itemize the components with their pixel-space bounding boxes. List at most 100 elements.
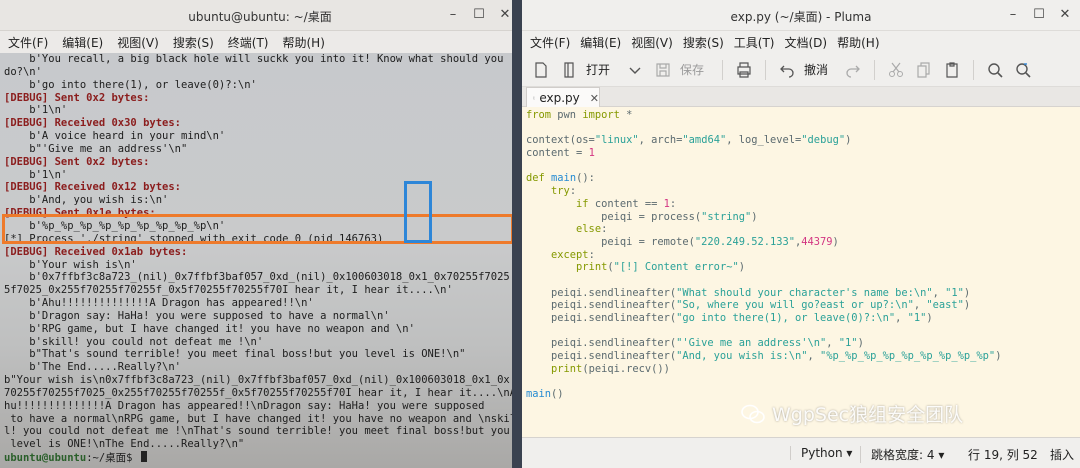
code-line: except: xyxy=(551,248,595,261)
close-icon[interactable]: ✕ xyxy=(1058,6,1072,24)
code-line: peiqi.sendlineafter("And, you wish is:\n… xyxy=(526,350,1002,363)
undo-icon[interactable] xyxy=(776,59,798,81)
code-line: main() xyxy=(526,388,564,401)
pluma-menubar: 文件(F) 编辑(E) 视图(V) 搜索(S) 工具(T) 文档(D) 帮助(H… xyxy=(522,31,1080,53)
language-selector[interactable]: Python ▾ xyxy=(790,446,852,460)
terminal-line: 70255f70255f7025_0x255f70255f70255f_0x5f… xyxy=(4,386,512,399)
terminal-line: b'Ahu!!!!!!!!!!!!!!A Dragon has appeared… xyxy=(4,297,314,310)
terminal-line: level is ONE!\nThe End.....Really?\n" xyxy=(4,438,245,451)
code-line: if content == 1: xyxy=(576,197,677,210)
watermark-text: WgpSec狼组安全团队 xyxy=(772,404,964,426)
close-icon[interactable]: ✕ xyxy=(498,6,512,24)
open-button[interactable]: 打开 xyxy=(586,61,610,78)
menu-view[interactable]: 视图(V) xyxy=(631,34,673,51)
tab-exp-py[interactable]: exp.py ✕ xyxy=(526,87,600,108)
chevron-down-icon[interactable] xyxy=(624,59,646,81)
minimize-icon[interactable]: – xyxy=(1006,6,1020,24)
copy-icon[interactable] xyxy=(913,59,935,81)
code-line: def main(): xyxy=(526,172,595,185)
pluma-titlebar: exp.py (~/桌面) - Pluma – ☐ ✕ xyxy=(522,0,1080,31)
cut-icon[interactable] xyxy=(885,59,907,81)
menu-terminal[interactable]: 终端(T) xyxy=(228,34,269,51)
code-line: print(peiqi.recv()) xyxy=(551,362,670,375)
tab-width-selector[interactable]: 跳格宽度: 4 ▾ xyxy=(860,446,944,463)
menu-help[interactable]: 帮助(H) xyxy=(837,34,879,51)
save-icon[interactable] xyxy=(652,59,674,81)
terminal-line: b'Dragon say: HaHa! you were supposed to… xyxy=(4,309,390,322)
terminal-line: b'You recall, a big black hole will suck… xyxy=(4,53,504,65)
maximize-icon[interactable]: ☐ xyxy=(1032,6,1046,24)
terminal-line: b"'Give me an address'\n" xyxy=(4,142,188,155)
code-line: else: xyxy=(576,223,608,236)
new-document-icon[interactable] xyxy=(530,59,552,81)
terminal-line: b'A voice heard in your mind\n' xyxy=(4,130,226,143)
code-line: context(os="linux", arch="amd64", log_le… xyxy=(526,134,852,147)
desktop-wallpaper xyxy=(512,0,522,468)
code-line: from pwn import * xyxy=(526,109,633,121)
statusbar: Python ▾ 跳格宽度: 4 ▾ 行 19, 列 52 插入 xyxy=(522,437,1080,468)
menu-tools[interactable]: 工具(T) xyxy=(734,34,775,51)
toolbar-separator xyxy=(722,59,724,80)
maximize-icon[interactable]: ☐ xyxy=(472,6,486,24)
save-button[interactable]: 保存 xyxy=(680,61,704,78)
menu-edit[interactable]: 编辑(E) xyxy=(62,34,103,51)
code-line: peiqi.sendlineafter("'Give me an address… xyxy=(526,337,864,350)
insert-mode: 插入 xyxy=(1050,448,1075,462)
code-line: peiqi.sendlineafter("What should your ch… xyxy=(526,286,971,299)
tab-close-icon[interactable]: ✕ xyxy=(590,92,599,105)
code-line: peiqi = process("string") xyxy=(526,210,758,223)
terminal-line: b'And, you wish is:\n' xyxy=(4,194,169,207)
print-icon[interactable] xyxy=(733,59,755,81)
terminal-line: b'The End.....Really?\n' xyxy=(4,361,182,374)
highlight-box-blue xyxy=(404,181,432,243)
pluma-title: exp.py (~/桌面) - Pluma xyxy=(730,10,872,24)
toolbar-separator xyxy=(874,59,876,80)
terminal-line: b'1\n' xyxy=(4,168,68,181)
menu-search[interactable]: 搜索(S) xyxy=(173,34,214,51)
menu-file[interactable]: 文件(F) xyxy=(8,34,48,51)
search-replace-icon[interactable] xyxy=(1012,59,1034,81)
code-line: peiqi.sendlineafter("So, where you will … xyxy=(526,299,971,312)
paste-icon[interactable] xyxy=(941,59,963,81)
pluma-toolbar: 打开 保存 撤消 xyxy=(522,53,1080,87)
menu-documents[interactable]: 文档(D) xyxy=(785,34,828,51)
terminal-window: ubuntu@ubuntu: ~/桌面 – ☐ ✕ 文件(F) 编辑(E) 视图… xyxy=(0,0,520,468)
code-line: peiqi.sendlineafter("go into there(1), o… xyxy=(526,312,933,324)
menu-edit[interactable]: 编辑(E) xyxy=(580,34,621,51)
menu-search[interactable]: 搜索(S) xyxy=(683,34,724,51)
language-label: Python xyxy=(801,446,843,460)
terminal-prompt-line[interactable]: ubuntu@ubuntu:~/桌面$ xyxy=(0,451,512,464)
prompt-path: :~/桌面$ xyxy=(86,452,133,465)
terminal-line: b"Your wish is\n0x7ffbf3c8a723_(nil)_0x7… xyxy=(4,374,510,387)
highlight-box-orange xyxy=(2,214,514,244)
code-line: print("[!] Content error~") xyxy=(576,261,745,274)
terminal-title: ubuntu@ubuntu: ~/桌面 xyxy=(188,10,332,24)
terminal-line: l! you could not defeat me !\nThat's sou… xyxy=(4,425,510,438)
terminal-line: b'go into there(1), or leave(0)?:\n' xyxy=(4,78,257,91)
terminal-line: 5f7025_0x255f70255f70255f_0x5f70255f7025… xyxy=(4,284,453,297)
file-icon xyxy=(533,96,536,100)
redo-icon[interactable] xyxy=(842,59,864,81)
minimize-icon[interactable]: – xyxy=(446,6,460,24)
menu-file[interactable]: 文件(F) xyxy=(530,34,570,51)
terminal-line: [DEBUG] Sent 0x2 bytes: xyxy=(4,155,150,168)
terminal-line: b'0x7ffbf3c8a723_(nil)_0x7ffbf3baf057_0x… xyxy=(4,271,510,284)
terminal-line: [DEBUG] Received 0x30 bytes: xyxy=(4,117,182,130)
templates-icon[interactable] xyxy=(558,59,580,81)
cursor-position: 行 19, 列 52 xyxy=(968,448,1038,462)
search-icon[interactable] xyxy=(984,59,1006,81)
terminal-line: to have a normal\nRPG game, but I have c… xyxy=(4,412,512,425)
menu-help[interactable]: 帮助(H) xyxy=(283,34,325,51)
tab-width-label: 跳格宽度: 4 xyxy=(871,448,935,462)
menu-view[interactable]: 视图(V) xyxy=(117,34,159,51)
code-editor[interactable]: from pwn import * context(os="linux", ar… xyxy=(522,107,1080,437)
terminal-menubar: 文件(F) 编辑(E) 视图(V) 搜索(S) 终端(T) 帮助(H) xyxy=(0,31,520,53)
terminal-line: do?\n' xyxy=(4,65,42,78)
undo-button[interactable]: 撤消 xyxy=(804,61,828,78)
terminal-line: [DEBUG] Sent 0x2 bytes: xyxy=(4,91,150,104)
terminal-screen[interactable]: b'You recall, a big black hole will suck… xyxy=(0,53,512,468)
prompt-user: ubuntu@ubuntu xyxy=(4,452,87,465)
